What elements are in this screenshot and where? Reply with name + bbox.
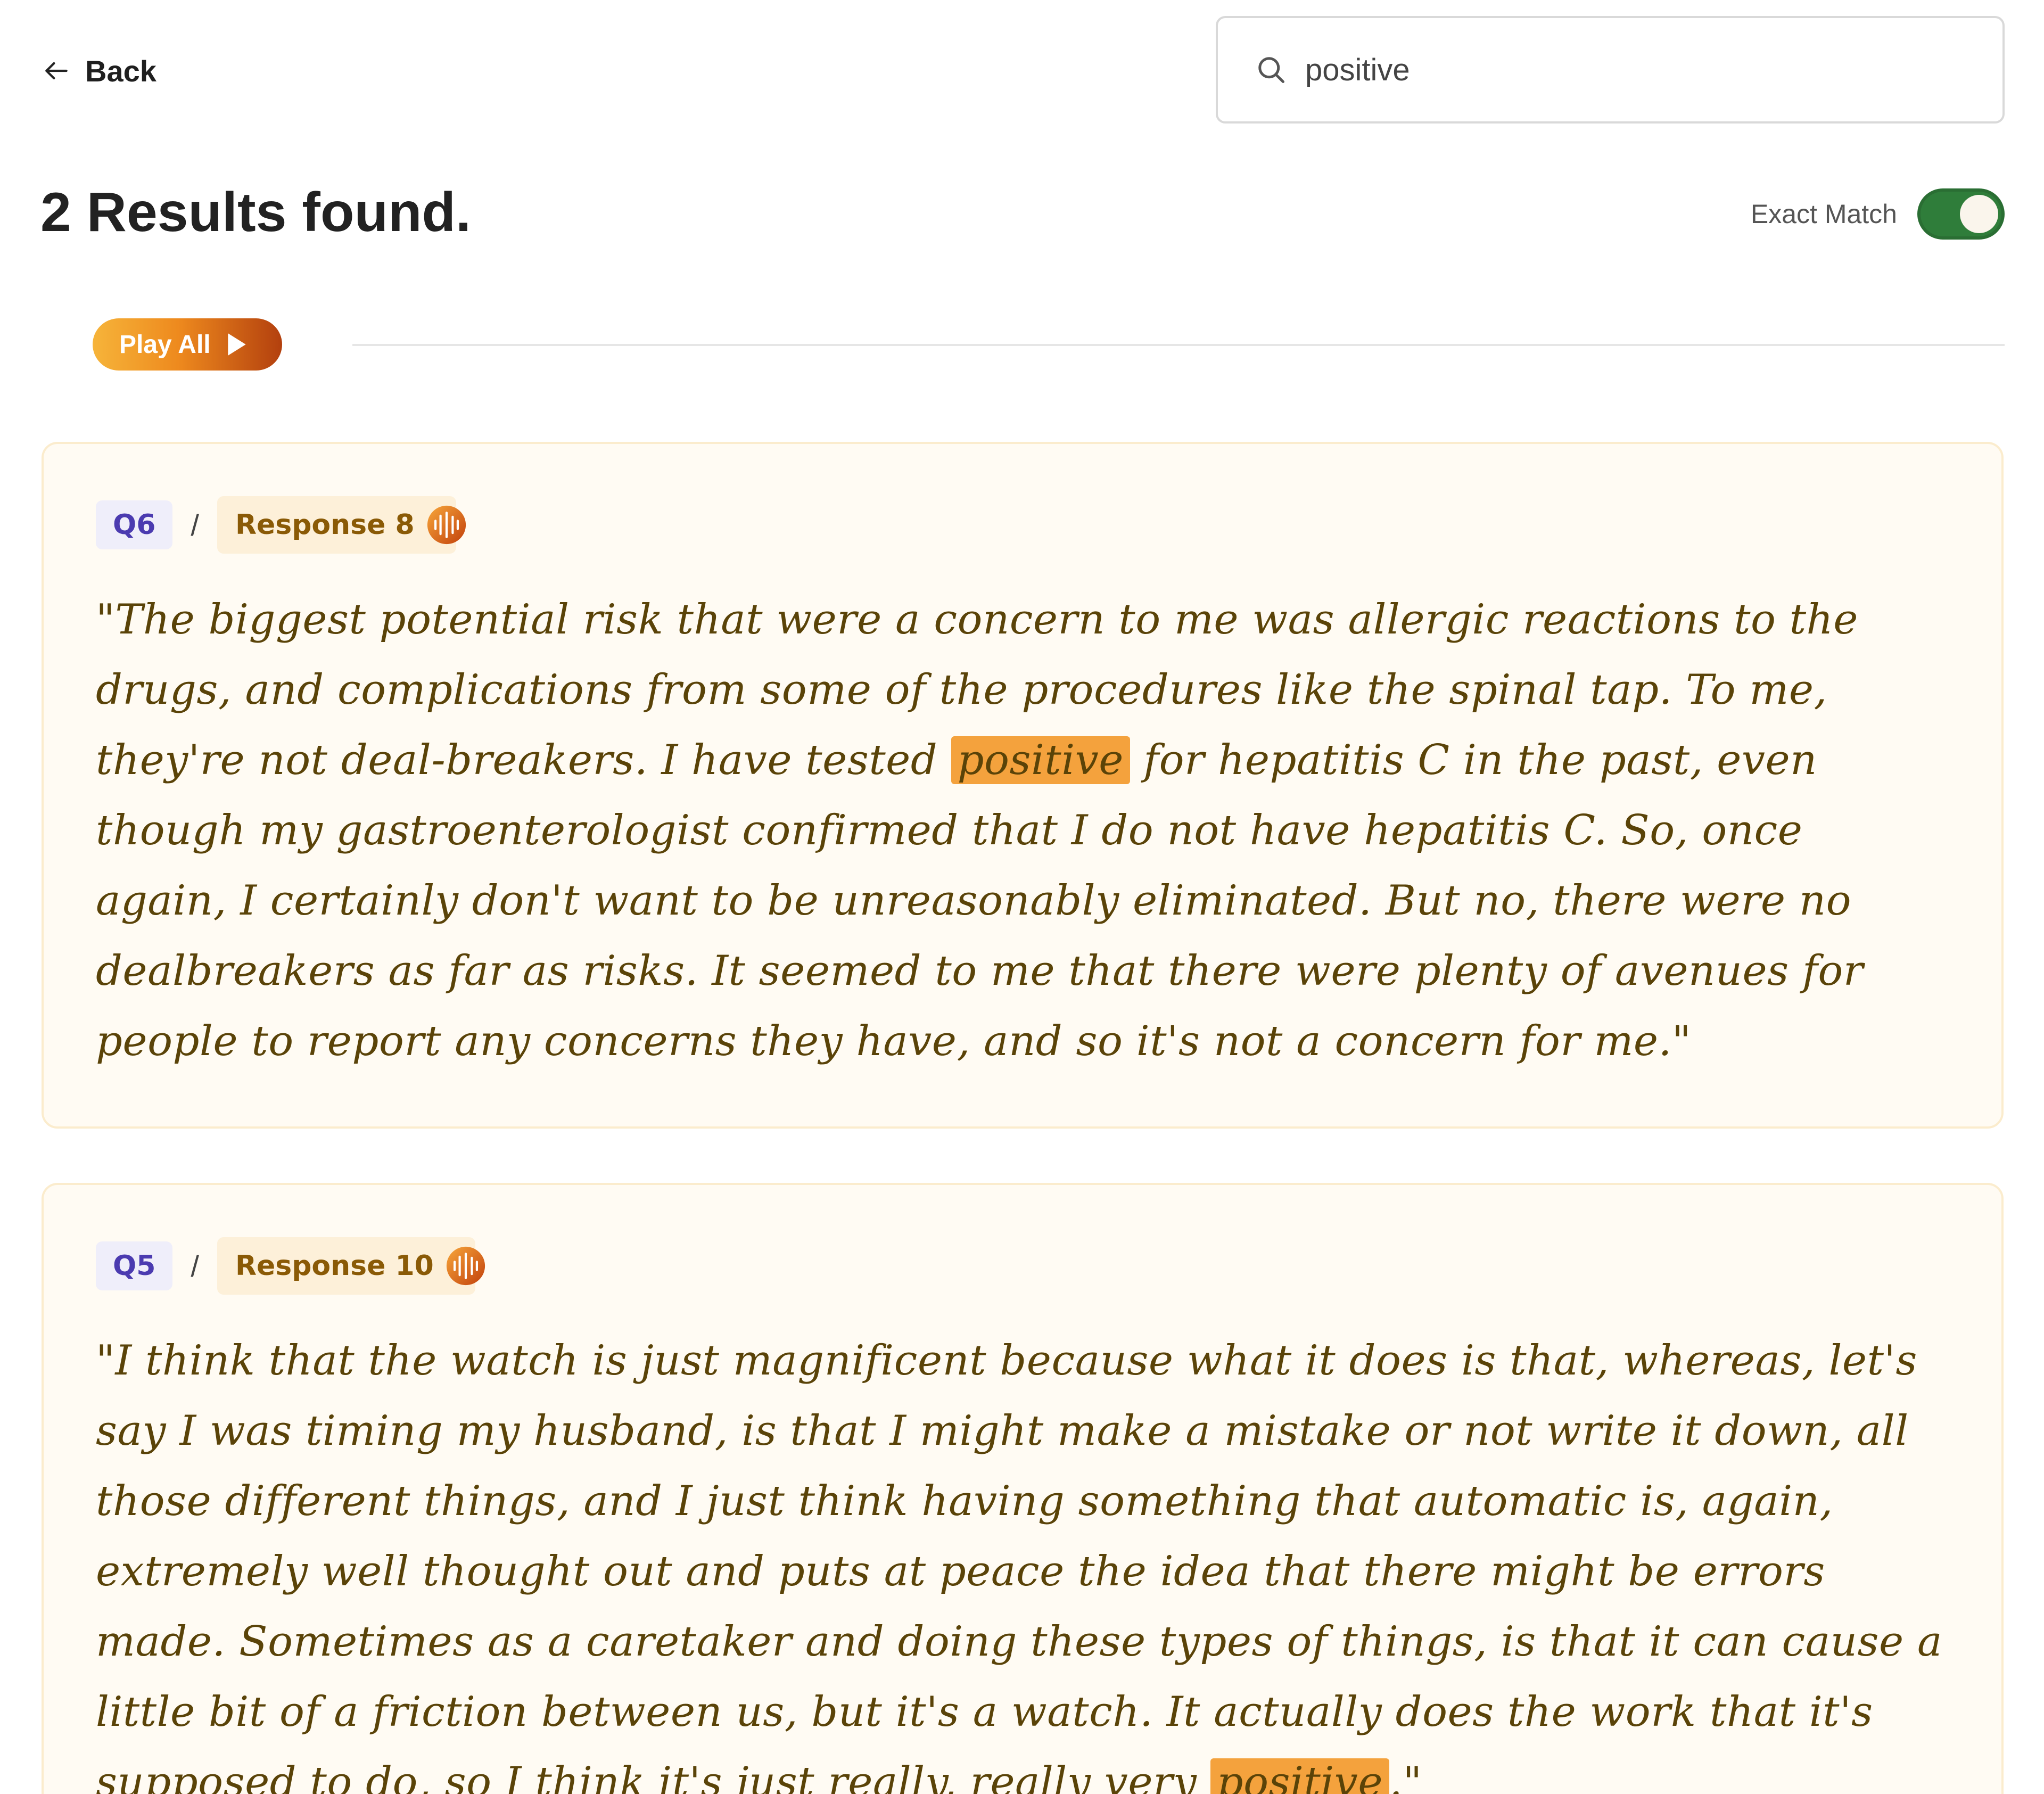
- play-all-button[interactable]: Play All: [93, 318, 282, 371]
- search-highlight: positive: [951, 736, 1130, 784]
- arrow-left-icon: [45, 62, 68, 80]
- response-label: Response 8: [235, 509, 415, 541]
- result-meta: Q6 / Response 8: [96, 496, 466, 554]
- results-count-title: 2 Results found.: [40, 182, 471, 243]
- audio-waveform-icon[interactable]: [446, 1246, 486, 1286]
- response-tag[interactable]: Response 8: [217, 496, 466, 554]
- search-highlight: positive: [1210, 1758, 1390, 1794]
- search-results-page: Back 2 Results found. Exact Match Play A…: [0, 0, 2044, 1794]
- result-card: Q6 / Response 8 "The biggest potential r…: [42, 442, 2004, 1129]
- search-box[interactable]: [1216, 16, 2005, 124]
- exact-match-toggle[interactable]: [1917, 188, 2005, 240]
- response-quote: "The biggest potential risk that were a …: [96, 585, 1943, 1076]
- response-quote: "I think that the watch is just magnific…: [96, 1326, 1943, 1794]
- response-label: Response 10: [235, 1250, 434, 1282]
- breadcrumb-separator: /: [191, 508, 199, 542]
- quote-text: .": [1389, 1758, 1422, 1794]
- breadcrumb-separator: /: [191, 1249, 199, 1283]
- result-card: Q5 / Response 10 "I think that the watch…: [42, 1183, 2004, 1794]
- quote-text: for hepatitis C in the past, even though…: [96, 736, 1864, 1065]
- search-input[interactable]: [1305, 52, 1944, 88]
- back-label: Back: [85, 54, 156, 88]
- toggle-knob: [1960, 195, 1998, 233]
- response-tag[interactable]: Response 10: [217, 1237, 485, 1295]
- play-icon: [227, 333, 246, 356]
- quote-text: "I think that the watch is just magnific…: [96, 1337, 1942, 1794]
- question-tag[interactable]: Q5: [96, 1241, 173, 1290]
- play-all-label: Play All: [119, 330, 211, 359]
- back-button[interactable]: Back: [42, 52, 156, 89]
- result-meta: Q5 / Response 10: [96, 1237, 485, 1295]
- question-tag[interactable]: Q6: [96, 500, 173, 549]
- search-icon: [1258, 57, 1284, 83]
- audio-waveform-icon[interactable]: [426, 505, 467, 545]
- divider: [352, 344, 2005, 346]
- exact-match-label: Exact Match: [1750, 199, 1897, 229]
- exact-match-control: Exact Match: [1751, 188, 2005, 240]
